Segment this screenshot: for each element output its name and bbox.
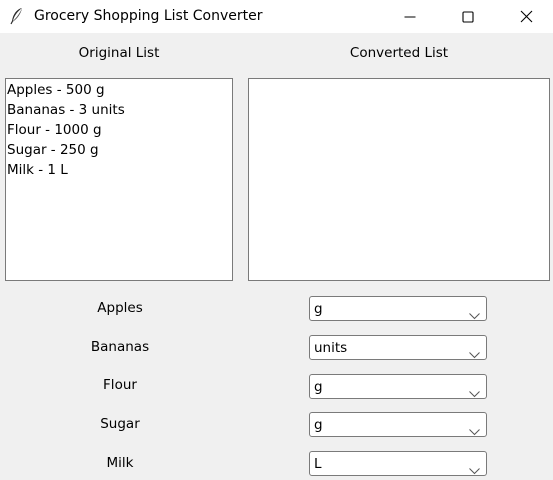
unit-select-bananas[interactable]: units	[309, 335, 487, 360]
chevron-down-icon[interactable]	[469, 421, 480, 436]
item-label-flour: Flour	[103, 377, 137, 393]
item-label-sugar: Sugar	[100, 416, 140, 432]
chevron-down-icon[interactable]	[469, 460, 480, 475]
list-item[interactable]: Flour - 1000 g	[6, 120, 232, 140]
chevron-down-icon[interactable]	[469, 383, 480, 398]
unit-select-value: g	[314, 301, 323, 317]
item-label-apples: Apples	[97, 300, 143, 316]
unit-select-flour[interactable]: g	[309, 374, 487, 399]
list-item[interactable]: Bananas - 3 units	[6, 100, 232, 120]
minimize-button[interactable]	[387, 0, 433, 33]
unit-select-value: g	[314, 417, 323, 433]
title-bar[interactable]: Grocery Shopping List Converter	[0, 0, 553, 33]
unit-select-value: g	[314, 379, 323, 395]
unit-select-milk[interactable]: L	[309, 451, 487, 476]
converted-list-header: Converted List	[349, 45, 449, 61]
close-icon	[520, 10, 533, 23]
original-listbox[interactable]: Apples - 500 g Bananas - 3 units Flour -…	[5, 78, 233, 281]
chevron-down-icon[interactable]	[469, 344, 480, 359]
window-title: Grocery Shopping List Converter	[34, 8, 263, 24]
close-button[interactable]	[503, 0, 549, 33]
list-item[interactable]: Apples - 500 g	[6, 80, 232, 100]
unit-select-value: units	[314, 340, 348, 356]
unit-select-apples[interactable]: g	[309, 296, 487, 321]
maximize-button[interactable]	[445, 0, 491, 33]
unit-select-value: L	[314, 456, 322, 472]
maximize-icon	[462, 10, 474, 23]
item-label-bananas: Bananas	[90, 339, 150, 355]
chevron-down-icon[interactable]	[469, 305, 480, 320]
app-window: Grocery Shopping List Converter Original…	[0, 0, 553, 480]
original-list-header: Original List	[78, 45, 160, 61]
unit-select-sugar[interactable]: g	[309, 412, 487, 437]
minimize-icon	[404, 11, 416, 23]
item-label-milk: Milk	[106, 455, 134, 471]
list-item[interactable]: Sugar - 250 g	[6, 140, 232, 160]
list-item[interactable]: Milk - 1 L	[6, 160, 232, 180]
converted-listbox[interactable]	[248, 78, 550, 281]
feather-icon	[9, 7, 25, 25]
